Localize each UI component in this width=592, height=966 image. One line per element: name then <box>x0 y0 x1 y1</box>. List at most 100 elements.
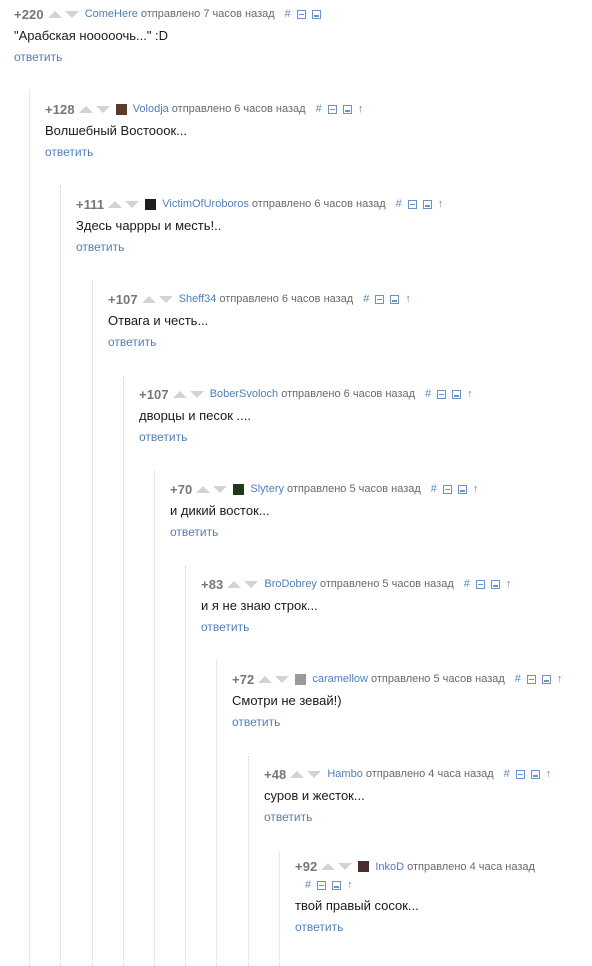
floppy-icon[interactable] <box>332 881 342 890</box>
reply-link[interactable]: ответить <box>295 920 343 934</box>
minus-box-icon[interactable] <box>526 674 536 684</box>
hash-icon[interactable]: # <box>504 768 510 780</box>
reply-link[interactable]: ответить <box>170 525 218 539</box>
hash-icon[interactable]: # <box>431 483 437 495</box>
comment-text: Здесь чаррры и месть!.. <box>76 218 222 233</box>
comment-header: +70 Slytery отправлено 5 часов назад # ↑ <box>170 479 484 499</box>
rating-value: +72 <box>232 671 255 687</box>
upvote-icon[interactable] <box>141 295 156 303</box>
minus-box-icon[interactable] <box>437 389 447 399</box>
minus-box-icon[interactable] <box>515 769 525 779</box>
floppy-icon[interactable] <box>342 104 352 114</box>
avatar[interactable] <box>233 483 245 495</box>
upvote-icon[interactable] <box>172 390 187 398</box>
comment-header: +48 Hambo отправлено 4 часа назад # ↑ <box>264 764 557 784</box>
downvote-icon[interactable] <box>244 580 259 588</box>
hash-icon[interactable]: # <box>396 198 402 210</box>
reply-link[interactable]: ответить <box>108 335 156 349</box>
minus-box-icon[interactable] <box>442 484 452 494</box>
post-time: отправлено 4 часа назад <box>407 860 535 873</box>
hash-icon[interactable]: # <box>316 103 322 115</box>
floppy-icon[interactable] <box>490 579 500 589</box>
comment-text: Отвага и честь... <box>108 313 209 328</box>
minus-box-icon[interactable] <box>375 294 385 304</box>
arrow-up-icon[interactable]: ↑ <box>358 103 364 115</box>
reply-link[interactable]: ответить <box>201 620 249 634</box>
downvote-icon[interactable] <box>307 770 322 778</box>
floppy-icon[interactable] <box>452 389 462 399</box>
reply-link[interactable]: ответить <box>264 810 312 824</box>
author-link[interactable]: VictimOfUroboros <box>162 198 249 210</box>
arrow-up-icon[interactable]: ↑ <box>557 673 563 685</box>
comment-tools: # <box>285 8 327 20</box>
floppy-icon[interactable] <box>390 294 400 304</box>
reply-link[interactable]: ответить <box>14 50 62 64</box>
downvote-icon[interactable] <box>125 200 140 208</box>
avatar[interactable] <box>295 673 307 685</box>
arrow-up-icon[interactable]: ↑ <box>467 388 473 400</box>
upvote-icon[interactable] <box>196 485 211 493</box>
arrow-up-icon[interactable]: ↑ <box>438 198 444 210</box>
comment-tools: # ↑ <box>464 578 518 590</box>
floppy-icon[interactable] <box>530 769 540 779</box>
arrow-up-icon[interactable]: ↑ <box>405 293 411 305</box>
hash-icon[interactable]: # <box>425 388 431 400</box>
minus-box-icon[interactable] <box>407 199 417 209</box>
reply-link[interactable]: ответить <box>232 715 280 729</box>
hash-icon[interactable]: # <box>305 880 311 891</box>
comment-tools: # ↑ <box>363 293 417 305</box>
arrow-up-icon[interactable]: ↑ <box>473 483 479 495</box>
hash-icon[interactable]: # <box>363 293 369 305</box>
minus-box-icon[interactable] <box>475 579 485 589</box>
author-link[interactable]: Slytery <box>250 483 284 495</box>
upvote-icon[interactable] <box>108 200 123 208</box>
upvote-icon[interactable] <box>47 10 62 18</box>
post-time: отправлено 4 часа назад <box>365 768 494 780</box>
hash-icon[interactable]: # <box>285 8 291 20</box>
downvote-icon[interactable] <box>338 863 353 870</box>
comment-header: +83 BroDobrey отправлено 5 часов назад # ↑ <box>201 574 517 594</box>
author-link[interactable]: caramellow <box>312 673 368 685</box>
minus-box-icon[interactable] <box>327 104 337 114</box>
downvote-icon[interactable] <box>213 485 228 493</box>
hash-icon[interactable]: # <box>464 578 470 590</box>
author-link[interactable]: Volodja <box>133 103 169 115</box>
downvote-icon[interactable] <box>64 10 79 18</box>
upvote-icon[interactable] <box>321 863 336 870</box>
reply-link[interactable]: ответить <box>45 145 93 159</box>
upvote-icon[interactable] <box>290 770 305 778</box>
floppy-icon[interactable] <box>541 674 551 684</box>
author-link[interactable]: Sheff34 <box>179 293 217 305</box>
minus-box-icon[interactable] <box>317 881 327 890</box>
arrow-up-icon[interactable]: ↑ <box>506 578 512 590</box>
arrow-up-icon[interactable]: ↑ <box>347 880 353 891</box>
comment-tools: # ↑ <box>425 388 479 400</box>
rating-value: +111 <box>76 196 105 212</box>
avatar[interactable] <box>145 198 157 210</box>
author-link[interactable]: ComeHere <box>85 8 138 20</box>
floppy-icon[interactable] <box>422 199 432 209</box>
avatar[interactable] <box>115 103 127 115</box>
downvote-icon[interactable] <box>95 105 110 113</box>
downvote-icon[interactable] <box>189 390 204 398</box>
hash-icon[interactable]: # <box>515 673 521 685</box>
upvote-icon[interactable] <box>258 675 273 683</box>
minus-box-icon[interactable] <box>296 9 306 19</box>
arrow-up-icon[interactable]: ↑ <box>546 768 552 780</box>
floppy-icon[interactable] <box>457 484 467 494</box>
rating-value: +220 <box>14 6 44 22</box>
author-link[interactable]: InkoD <box>375 861 404 873</box>
upvote-icon[interactable] <box>78 105 93 113</box>
downvote-icon[interactable] <box>275 675 290 683</box>
floppy-icon[interactable] <box>311 9 321 19</box>
comment: +83 BroDobrey отправлено 5 часов назад # ↑ и … <box>201 574 592 644</box>
author-link[interactable]: BoberSvoloch <box>210 388 279 400</box>
author-link[interactable]: BroDobrey <box>264 578 317 590</box>
author-link[interactable]: Hambo <box>327 768 362 780</box>
avatar[interactable] <box>358 861 370 872</box>
comment: +72 caramellow отправлено 5 часов назад # ↑ С… <box>232 669 592 739</box>
reply-link[interactable]: ответить <box>76 240 124 254</box>
reply-link[interactable]: ответить <box>139 430 187 444</box>
downvote-icon[interactable] <box>158 295 173 303</box>
upvote-icon[interactable] <box>227 580 242 588</box>
